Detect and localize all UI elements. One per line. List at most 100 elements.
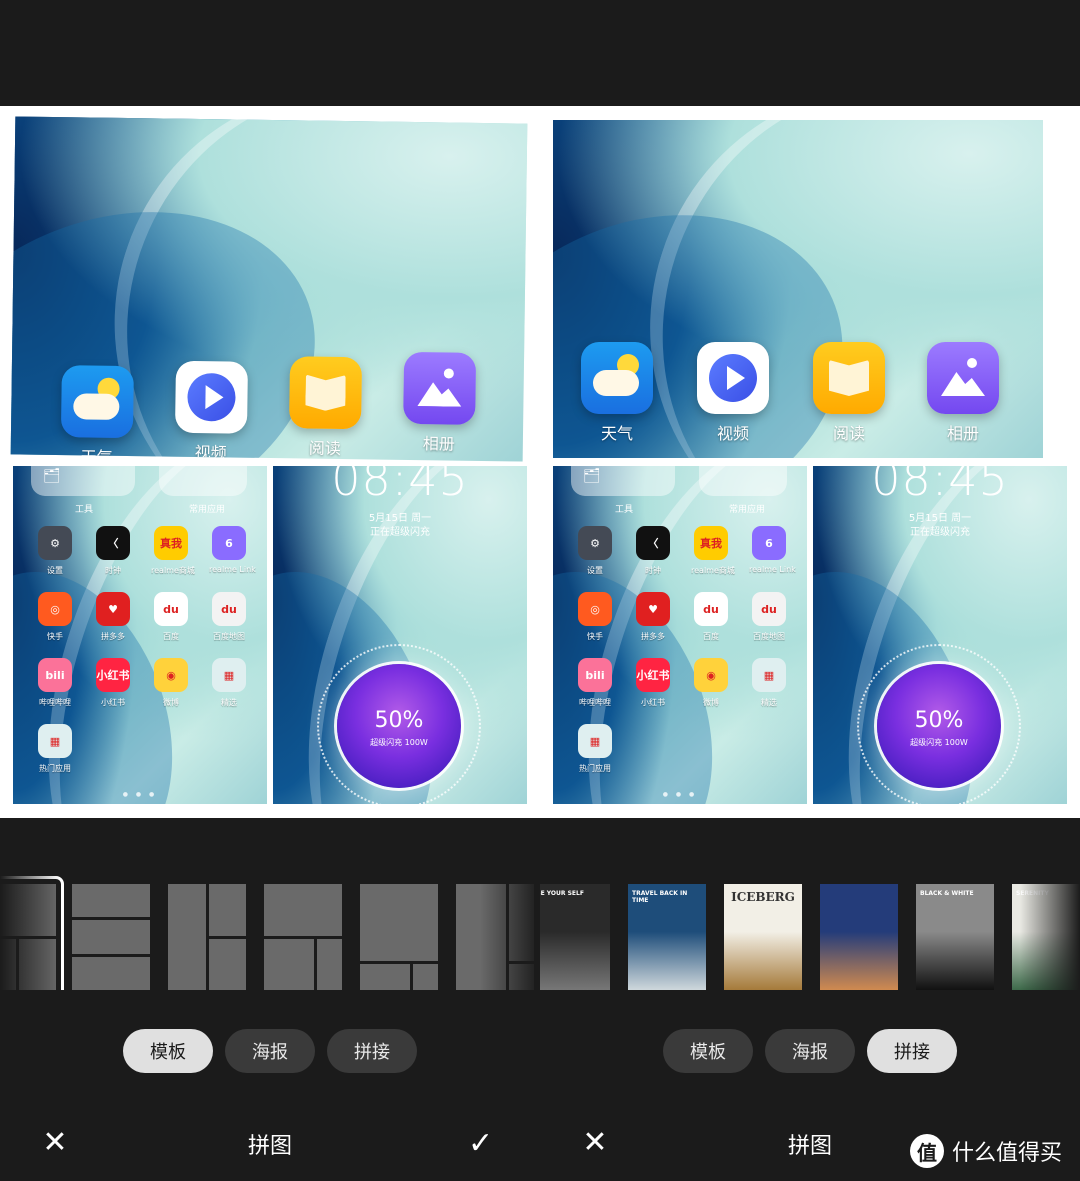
app-label: 天气 xyxy=(600,424,633,443)
app-label: 微博 xyxy=(163,698,179,707)
app-label: 阅读 xyxy=(308,438,341,459)
watermark: 值 什么值得买 xyxy=(910,1134,1062,1168)
app-label: 百度地图 xyxy=(213,632,245,641)
home-app: du 百度地图 xyxy=(749,592,789,642)
home-app: ⚙ 设置 xyxy=(575,526,615,576)
app-icon: du xyxy=(752,592,786,626)
poster-thumbnail[interactable]: BE YOUR SELF xyxy=(540,884,610,990)
app-label: realme商城 xyxy=(151,566,195,575)
tab-stitch[interactable]: 拼接 xyxy=(867,1029,957,1073)
poster-strip[interactable]: SERENITYBLACK & WHITEICEBERGTRAVEL BACK … xyxy=(540,876,1080,990)
app-label: 视频 xyxy=(716,424,749,443)
app-weather: 天气 xyxy=(581,342,653,444)
collage-cell-lockscreen[interactable]: 08:45 5月15日 周一 正在超级闪充 50% 超级闪充 100W xyxy=(813,466,1067,804)
template-2[interactable] xyxy=(72,884,150,990)
tab-template[interactable]: 模板 xyxy=(123,1029,213,1073)
poster-thumbnail[interactable]: TRAVEL BACK IN TIME xyxy=(628,884,706,990)
collage-cell-lockscreen[interactable]: 08:45 5月15日 周一 正在超级闪充 50% 超级闪充 100W xyxy=(273,466,527,804)
strip-fade-right xyxy=(1020,876,1080,990)
album-icon xyxy=(927,342,999,414)
tab-template[interactable]: 模板 xyxy=(663,1029,753,1073)
home-app: du 百度地图 xyxy=(209,592,249,642)
collage-cell-home[interactable]: 🗂 工具 常用应用 ⚙ 设置〈时钟 真我 realme商城 6 realme Link ◎ 快… xyxy=(553,466,807,804)
charge-label: 超级闪充 100W xyxy=(370,738,428,747)
watermark-logo: 值 xyxy=(910,1134,944,1168)
lock-date: 5月15日 周一 xyxy=(908,513,972,524)
app-label: 时钟 xyxy=(645,566,661,575)
mode-tabs: 模板 海报 拼接 xyxy=(663,1029,957,1073)
home-app: ⚙ 设置 xyxy=(35,526,75,576)
folder-label: 常用应用 xyxy=(729,505,766,515)
battery-percent: 50% xyxy=(914,708,964,733)
page-indicator: ● ● ● xyxy=(662,791,698,798)
poster-thumbnail[interactable]: ICEBERG xyxy=(724,884,802,990)
app-label: 哔哩哔哩 xyxy=(579,698,611,707)
app-label: 百度 xyxy=(703,632,719,641)
app-label: 阅读 xyxy=(832,424,865,443)
home-app: 小红书 小红书 xyxy=(93,658,133,708)
template-4[interactable] xyxy=(264,884,342,990)
app-icon: ▦ xyxy=(38,724,72,758)
app-album: 相册 xyxy=(403,351,477,455)
home-app: ▦ 精选 xyxy=(209,658,249,708)
app-icon: ⚙ xyxy=(578,526,612,560)
poster-caption: BLACK & WHITE xyxy=(920,890,974,897)
collage-cell-top[interactable]: 天气 视频 阅读 相册 xyxy=(10,116,528,462)
template-strip[interactable] xyxy=(0,876,540,990)
app-icon: du xyxy=(154,592,188,626)
app-label: 拼多多 xyxy=(101,632,125,641)
collage-cell-home[interactable]: 🗂 工具 常用应用 ⚙ 设置〈时钟 真我 realme商城 6 realme Link ◎ 快… xyxy=(13,466,267,804)
app-label: 精选 xyxy=(761,698,777,707)
template-5[interactable] xyxy=(360,884,438,990)
charge-orb: 50% 超级闪充 100W xyxy=(337,664,461,788)
home-app: ◉ 微博 xyxy=(151,658,191,708)
app-label: 设置 xyxy=(587,566,603,575)
app-label: 设置 xyxy=(47,566,63,575)
home-app: ◎ 快手 xyxy=(575,592,615,642)
poster-thumbnail[interactable] xyxy=(820,884,898,990)
app-icon: ▦ xyxy=(578,724,612,758)
app-label: 时钟 xyxy=(105,566,121,575)
tab-poster[interactable]: 海报 xyxy=(765,1029,855,1073)
app-label: 拼多多 xyxy=(641,632,665,641)
app-icon: 小红书 xyxy=(636,658,670,692)
charge-label: 超级闪充 100W xyxy=(910,738,968,747)
charge-orb: 50% 超级闪充 100W xyxy=(877,664,1001,788)
home-app: ◉ 微博 xyxy=(691,658,731,708)
home-app: 真我 realme商城 xyxy=(691,526,735,576)
collage-cell-top[interactable]: 天气 视频 阅读 相册 xyxy=(553,120,1043,458)
mode-tabs: 模板 海报 拼接 xyxy=(123,1029,417,1073)
home-app: 真我 realme商城 xyxy=(151,526,195,576)
collage-canvas: 天气 视频 阅读 相册 🗂 工具 常用应用 ⚙ 设置〈时钟 真我 realme商城 6 r… xyxy=(0,106,540,818)
home-app: 6 realme Link xyxy=(209,526,256,574)
home-app: ♥ 拼多多 xyxy=(633,592,673,642)
app-video: 视频 xyxy=(174,360,248,462)
app-icon: ▦ xyxy=(752,658,786,692)
app-icon: 小红书 xyxy=(96,658,130,692)
app-label: 哔哩哔哩 xyxy=(39,698,71,707)
app-label: 快手 xyxy=(587,632,603,641)
tab-stitch[interactable]: 拼接 xyxy=(327,1029,417,1073)
poster-caption xyxy=(820,884,898,896)
app-icon: 6 xyxy=(212,526,246,560)
collage-canvas: 天气 视频 阅读 相册 🗂 工具 常用应用 ⚙ 设置〈时钟 真我 realme商城 6 r… xyxy=(540,106,1080,818)
app-icon: ◎ xyxy=(578,592,612,626)
home-app: 〈时钟 xyxy=(633,526,673,576)
lock-date: 5月15日 周一 xyxy=(368,513,432,524)
tab-poster[interactable]: 海报 xyxy=(225,1029,315,1073)
charging-status: 正在超级闪充 xyxy=(370,527,430,538)
app-video: 视频 xyxy=(697,342,769,444)
app-icon: 〈 xyxy=(96,526,130,560)
watermark-text: 什么值得买 xyxy=(952,1141,1063,1166)
poster-caption: ICEBERG xyxy=(731,890,795,904)
template-3[interactable] xyxy=(168,884,246,990)
app-album: 相册 xyxy=(927,342,999,444)
home-app: du 百度 xyxy=(691,592,731,642)
home-app: bili 哔哩哔哩 xyxy=(35,658,75,708)
app-reading: 阅读 xyxy=(289,356,363,459)
app-icon: 真我 xyxy=(694,526,728,560)
video-icon xyxy=(174,360,248,434)
poster-thumbnail[interactable]: BLACK & WHITE xyxy=(916,884,994,990)
app-label: 百度地图 xyxy=(753,632,785,641)
confirm-check-icon[interactable]: ✓ xyxy=(468,1126,493,1161)
